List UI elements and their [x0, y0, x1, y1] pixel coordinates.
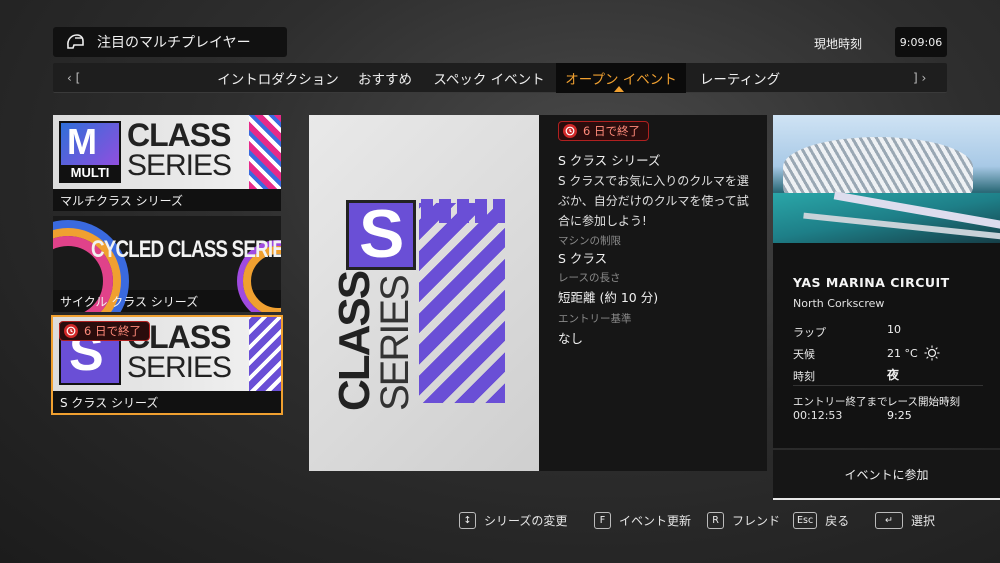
r-key-icon: R [707, 511, 724, 529]
enter-key-icon: ↵ [875, 511, 903, 529]
weather-value: 21 °C [887, 346, 918, 360]
series-card-multi-class[interactable]: M MULTI CLASS SERIES マルチクラス シリーズ [53, 115, 281, 211]
join-event-button[interactable]: イベントに参加 [773, 450, 1000, 500]
hint-label: 選択 [911, 513, 936, 528]
tab-rating[interactable]: レーティング [690, 63, 790, 93]
track-layout: North Corkscrew [793, 297, 885, 310]
time-of-day-value: 夜 [887, 368, 900, 382]
tab-recommended[interactable]: おすすめ [345, 63, 425, 93]
series-card-label: S クラス シリーズ [60, 396, 159, 410]
tab-bar: ‹ [ イントロダクション おすすめ スペック イベント オープン イベント レ… [53, 63, 947, 93]
series-card-cycled-class[interactable]: CYCLED CLASS SERIES サイクル クラス シリーズ [53, 216, 281, 312]
laps-label: ラップ [793, 326, 826, 339]
hint-select[interactable]: ↵ 選択 [875, 511, 935, 529]
entry-criteria-value: なし [558, 331, 584, 346]
hint-friends[interactable]: R フレンド [707, 511, 780, 529]
laps-value: 10 [887, 323, 901, 336]
local-time-label: 現地時刻 [814, 37, 863, 51]
divider [793, 385, 983, 386]
event-description: S クラスでお気に入りのクルマを選ぶか、自分だけのクルマを使って試合に参加しよう… [558, 174, 749, 228]
race-start-value: 9:25 [887, 409, 912, 422]
event-info-panel: 6 日で終了 S クラス シリーズ S クラスでお気に入りのクルマを選ぶか、自分… [539, 115, 767, 471]
hint-back[interactable]: Esc 戻る [793, 511, 849, 529]
sun-icon [924, 345, 940, 361]
multi-class-artwork: M MULTI CLASS SERIES [53, 115, 281, 189]
local-time-value: 9:09:06 [895, 27, 947, 57]
entry-close-value: 00:12:53 [793, 409, 843, 422]
updown-key-icon: ↕ [459, 511, 476, 529]
cycled-class-artwork: CYCLED CLASS SERIES [53, 216, 281, 312]
esc-key-icon: Esc [793, 511, 818, 529]
tab-spec-events[interactable]: スペック イベント [429, 63, 549, 93]
entry-criteria-label: エントリー基準 [558, 313, 632, 325]
time-remaining-text: 6 日で終了 [583, 124, 640, 138]
event-title: S クラス シリーズ [558, 153, 661, 168]
tab-introduction[interactable]: イントロダクション [213, 63, 343, 93]
page-title: 注目のマルチプレイヤー [97, 35, 251, 51]
race-length-value: 短距離 (約 10 分) [558, 290, 659, 305]
time-remaining-badge: 6 日で終了 [59, 321, 150, 341]
hint-label: 戻る [825, 513, 850, 528]
race-start-label: レース開始時刻 [887, 396, 960, 408]
clock-icon [64, 324, 78, 338]
entry-close-label: エントリー終了まで [793, 396, 888, 408]
circuit-name: YAS MARINA CIRCUIT [793, 275, 950, 290]
series-hero-artwork: S CLASS SERIES [309, 115, 539, 471]
weather-value-group: 21 °C [887, 345, 940, 361]
weather-label: 天候 [793, 348, 815, 361]
tab-prev-button[interactable]: ‹ [ [67, 63, 80, 93]
active-tab-indicator [614, 86, 624, 92]
time-remaining-badge: 6 日で終了 [558, 121, 649, 141]
track-info-panel: YAS MARINA CIRCUIT North Corkscrew ラップ 1… [773, 243, 1000, 448]
series-card-label: サイクル クラス シリーズ [60, 295, 199, 309]
car-restriction-label: マシンの制限 [558, 235, 621, 247]
hint-refresh-events[interactable]: F イベント更新 [594, 511, 691, 529]
clock-icon [563, 124, 577, 138]
helmet-icon [67, 34, 84, 49]
hint-label: シリーズの変更 [484, 513, 568, 528]
hint-change-series[interactable]: ↕ シリーズの変更 [459, 511, 567, 529]
track-image [773, 115, 1000, 243]
f-key-icon: F [594, 511, 611, 529]
race-length-label: レースの長さ [558, 272, 621, 284]
car-restriction-value: S クラス [558, 251, 608, 266]
series-card-label: マルチクラス シリーズ [60, 194, 183, 208]
page-header: 注目のマルチプレイヤー [53, 27, 287, 57]
hint-label: イベント更新 [619, 513, 692, 528]
time-remaining-text: 6 日で終了 [84, 324, 141, 338]
tab-next-button[interactable]: ] › [913, 63, 926, 93]
series-card-s-class[interactable]: S CLASS SERIES 6 日で終了 S クラス シリーズ [51, 315, 283, 415]
time-of-day-label: 時刻 [793, 370, 815, 383]
hint-label: フレンド [732, 513, 781, 528]
